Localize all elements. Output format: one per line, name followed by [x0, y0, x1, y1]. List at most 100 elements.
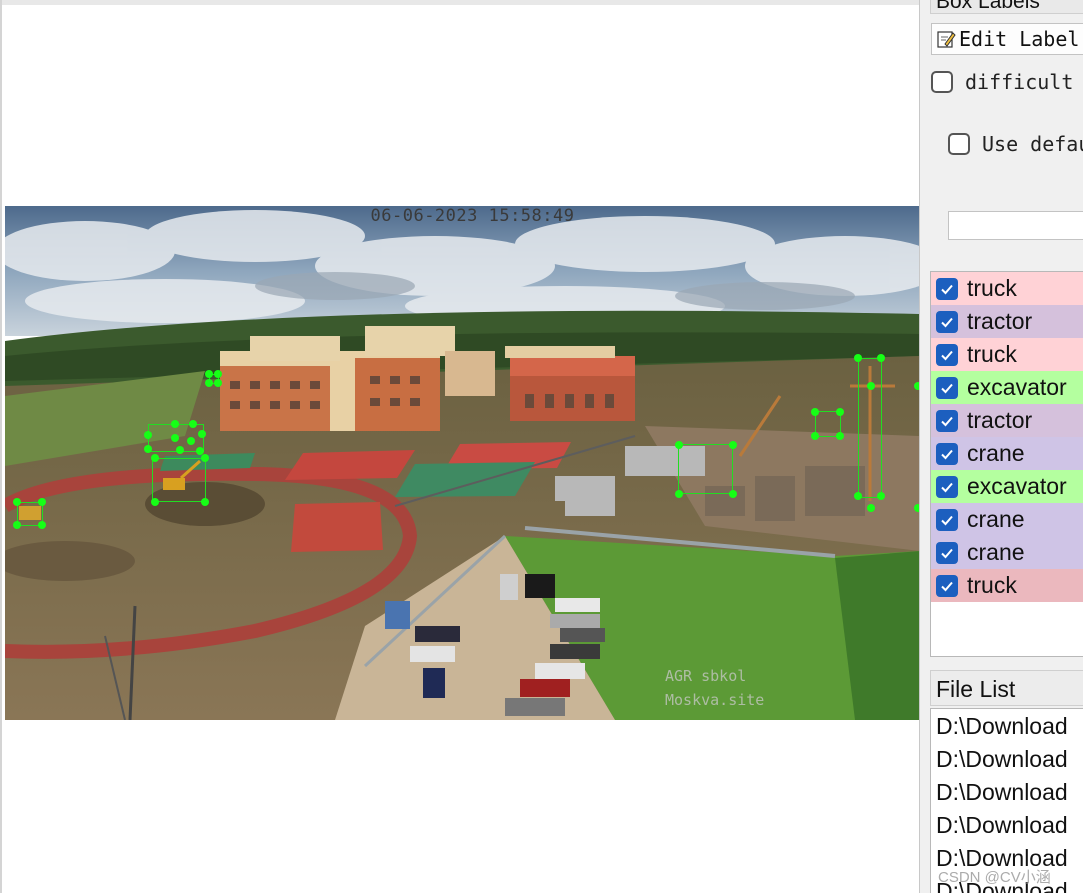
label-item-text: truck: [967, 275, 1017, 301]
bbox-crane-tower[interactable]: [858, 358, 882, 498]
bbox-vertex[interactable]: [675, 441, 683, 449]
bbox-vertex[interactable]: [144, 445, 152, 453]
use-default-label-row[interactable]: Use default label: [948, 132, 1083, 156]
label-checkbox[interactable]: [936, 442, 958, 465]
bbox-vertex[interactable]: [196, 447, 204, 455]
label-item-text: crane: [967, 440, 1025, 466]
bbox-vertex[interactable]: [151, 498, 159, 506]
label-checkbox[interactable]: [936, 310, 958, 333]
label-list-item[interactable]: excavator: [931, 371, 1083, 404]
label-checkbox[interactable]: [936, 574, 958, 597]
watermark-line-1: AGR sbkol: [665, 667, 747, 685]
watermark-line-2: Moskva.site: [665, 691, 765, 709]
check-icon: [941, 581, 953, 591]
bbox-vertex[interactable]: [38, 498, 46, 506]
check-icon: [941, 449, 953, 459]
bbox-vertex[interactable]: [867, 504, 875, 512]
label-item-text: tractor: [967, 407, 1033, 433]
check-icon: [941, 416, 953, 426]
bbox-vertex[interactable]: [151, 454, 159, 462]
label-list-item[interactable]: truck: [931, 272, 1083, 305]
bbox-vertex[interactable]: [201, 454, 209, 462]
label-checkbox[interactable]: [936, 409, 958, 432]
video-timestamp: 06-06-2023 15:58:49: [370, 206, 575, 226]
bbox-vertex[interactable]: [836, 432, 844, 440]
label-checkbox[interactable]: [936, 277, 958, 300]
edit-label-text: Edit Label: [959, 27, 1080, 51]
file-list-title: File List: [930, 670, 1083, 706]
bbox-vertex[interactable]: [187, 437, 195, 445]
label-list[interactable]: truck tractor truck excavator tractor crane ex…: [930, 271, 1083, 657]
label-list-item[interactable]: tractor: [931, 404, 1083, 437]
label-checkbox[interactable]: [936, 508, 958, 531]
bbox-vertex[interactable]: [214, 370, 222, 378]
label-item-text: excavator: [967, 473, 1067, 499]
label-checkbox[interactable]: [936, 475, 958, 498]
check-icon: [941, 515, 953, 525]
bbox-vertex[interactable]: [854, 354, 862, 362]
check-icon: [941, 482, 953, 492]
right-dock: Box Labels Edit Label difficult Use defa…: [919, 0, 1083, 893]
label-list-item[interactable]: truck: [931, 338, 1083, 371]
label-checkbox[interactable]: [936, 541, 958, 564]
pencil-icon: [937, 31, 956, 48]
check-icon: [941, 317, 953, 327]
use-default-label-checkbox[interactable]: [948, 133, 970, 155]
bbox-vertex[interactable]: [729, 441, 737, 449]
label-list-item[interactable]: excavator: [931, 470, 1083, 503]
label-item-text: tractor: [967, 308, 1033, 334]
box-labels-title: Box Labels: [930, 0, 1083, 14]
label-item-text: truck: [967, 341, 1017, 367]
check-icon: [941, 284, 953, 294]
bbox-vertex[interactable]: [867, 382, 875, 390]
bbox-vertex[interactable]: [811, 408, 819, 416]
label-item-text: excavator: [967, 374, 1067, 400]
bbox-vertex[interactable]: [13, 521, 21, 529]
label-list-item[interactable]: crane: [931, 437, 1083, 470]
bbox-vertex[interactable]: [854, 492, 862, 500]
label-list-item[interactable]: truck: [931, 569, 1083, 602]
label-item-text: crane: [967, 506, 1025, 532]
use-default-label-text: Use default label: [982, 132, 1083, 156]
bbox-excavator[interactable]: [152, 458, 206, 502]
annotated-image[interactable]: 06-06-2023 15:58:49 AGR sbkol Moskva.sit…: [5, 206, 919, 720]
bbox-vertex[interactable]: [877, 354, 885, 362]
bbox-vertex[interactable]: [729, 490, 737, 498]
bbox-vertex[interactable]: [171, 434, 179, 442]
bbox-vertex[interactable]: [201, 498, 209, 506]
bbox-crane-center[interactable]: [678, 444, 733, 494]
bbox-vertex[interactable]: [205, 379, 213, 387]
check-icon: [941, 548, 953, 558]
label-list-item[interactable]: crane: [931, 503, 1083, 536]
label-checkbox[interactable]: [936, 343, 958, 366]
bbox-vertex[interactable]: [198, 430, 206, 438]
label-list-item[interactable]: crane: [931, 536, 1083, 569]
file-list-item[interactable]: D:\Download: [931, 709, 1083, 742]
bbox-vertex[interactable]: [877, 492, 885, 500]
bbox-vertex[interactable]: [675, 490, 683, 498]
bbox-vertex[interactable]: [836, 408, 844, 416]
bbox-vertex[interactable]: [214, 379, 222, 387]
default-label-input[interactable]: [948, 211, 1083, 240]
bbox-vertex[interactable]: [38, 521, 46, 529]
bbox-vertex[interactable]: [189, 420, 197, 428]
camera-watermark: AGR sbkol Moskva.site: [665, 664, 764, 712]
file-list-item[interactable]: D:\Download: [931, 742, 1083, 775]
difficult-checkbox[interactable]: [931, 71, 953, 93]
csdn-watermark: CSDN @CV小涵: [938, 869, 1051, 886]
image-canvas[interactable]: 06-06-2023 15:58:49 AGR sbkol Moskva.sit…: [0, 0, 919, 893]
bbox-vertex[interactable]: [144, 431, 152, 439]
scene-photo: [5, 206, 919, 720]
bbox-vertex[interactable]: [171, 420, 179, 428]
file-list-item[interactable]: D:\Download: [931, 775, 1083, 808]
bbox-vertex[interactable]: [13, 498, 21, 506]
file-list-item[interactable]: D:\Download: [931, 808, 1083, 841]
difficult-checkbox-row[interactable]: difficult: [931, 70, 1073, 94]
bbox-vertex[interactable]: [205, 370, 213, 378]
edit-label-button[interactable]: Edit Label: [931, 23, 1083, 55]
bbox-vertex[interactable]: [811, 432, 819, 440]
difficult-label: difficult: [965, 70, 1074, 94]
bbox-vertex[interactable]: [176, 446, 184, 454]
label-list-item[interactable]: tractor: [931, 305, 1083, 338]
label-checkbox[interactable]: [936, 376, 958, 399]
